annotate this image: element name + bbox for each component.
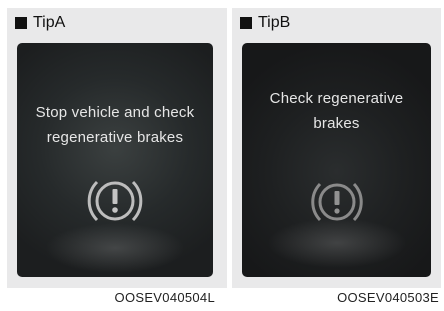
message-line-1: Stop vehicle and check [35, 104, 195, 121]
warning-message: Stop vehicle and check regenerative brak… [17, 100, 213, 150]
tip-panel-a: TipA Stop vehicle and check regenerative… [7, 8, 227, 288]
bullet-square-icon [15, 17, 27, 29]
figure-code: OOSEV040503E [337, 290, 439, 305]
cluster-display: Check regenerative brakes [242, 43, 431, 277]
tip-header: TipA [15, 13, 65, 33]
message-line-2: regenerative brakes [46, 129, 184, 146]
brake-warning-icon [75, 168, 155, 243]
message-line-1: Check regenerative [269, 90, 404, 107]
tip-header: TipB [240, 13, 290, 33]
tip-label: TipB [258, 14, 291, 31]
figure-code: OOSEV040504L [114, 290, 215, 305]
brake-warning-icon [297, 169, 377, 244]
bullet-square-icon [240, 17, 252, 29]
warning-message: Check regenerative brakes [242, 86, 431, 136]
message-line-2: brakes [313, 115, 360, 132]
tip-panel-b: TipB Check regenerative brakes [232, 8, 441, 288]
cluster-display: Stop vehicle and check regenerative brak… [17, 43, 213, 277]
tip-label: TipA [33, 14, 66, 31]
